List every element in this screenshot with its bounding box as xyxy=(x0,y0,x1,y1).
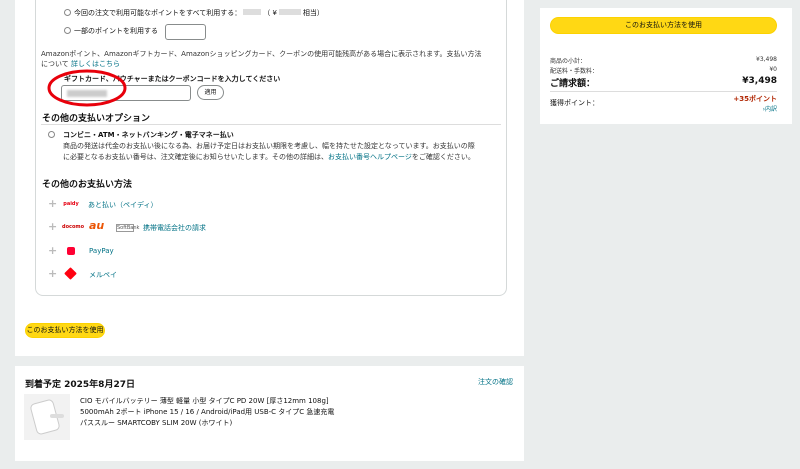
use-all-points-suffix: 相当） xyxy=(302,9,324,17)
subtotal-value: ¥3,498 xyxy=(756,56,777,63)
use-payment-method-button[interactable]: このお支払い方法を使用 xyxy=(25,323,105,338)
use-all-points-radio[interactable] xyxy=(64,9,71,16)
other-options-heading: その他の支払いオプション xyxy=(42,114,151,124)
expand-plus-icon[interactable]: + xyxy=(48,244,57,257)
paypay-method[interactable]: PayPay xyxy=(89,247,114,255)
subtotal-label: 商品の小計： xyxy=(550,58,587,65)
details-link[interactable]: 詳しくはこちら xyxy=(71,60,120,68)
softbank-logo-icon: SoftBank xyxy=(116,224,140,232)
product-title-line1: CIO モバイルバッテリー 薄型 軽量 小型 タイプC PD 20W [厚さ12… xyxy=(80,397,329,405)
product-title-line3: パススルー SMARTCOBY SLIM 20W (ホワイト) xyxy=(80,419,233,427)
product-image xyxy=(24,394,70,440)
section-divider xyxy=(41,124,501,125)
cable-shape xyxy=(50,414,64,418)
summary-use-method-button[interactable]: このお支払い方法を使用 xyxy=(550,17,777,34)
expand-plus-icon[interactable]: + xyxy=(48,197,57,210)
carrier-billing-method[interactable]: 携帯電話会社の請求 xyxy=(143,223,206,233)
convenience-desc-line1: 商品の発送は代金のお支払い後になる為、お届け予定日はお支払い期限を考慮し、幅を持… xyxy=(63,142,475,150)
convenience-radio[interactable] xyxy=(48,131,55,138)
use-all-points-label: 今回の注文で利用可能なポイントをすべて利用する： xyxy=(74,9,242,17)
use-partial-points-radio[interactable] xyxy=(64,27,71,34)
use-all-points-row: 今回の注文で利用可能なポイントをすべて利用する： （ ¥ 相当） xyxy=(74,8,324,18)
delivery-date-title: 到着予定 2025年8月27日 xyxy=(25,380,135,390)
partial-points-input[interactable] xyxy=(165,24,206,40)
points-breakdown-link[interactable]: ›内訳 xyxy=(740,104,777,113)
use-all-points-value: （ ¥ xyxy=(263,9,277,17)
shipping-label: 配送料・手数料： xyxy=(550,68,599,75)
annotation-circle xyxy=(47,69,127,107)
paypay-logo-icon xyxy=(67,247,75,255)
payment-number-help-link[interactable]: お支払い番号ヘルプページ xyxy=(328,153,412,161)
merpay-method[interactable]: メルペイ xyxy=(89,270,117,280)
convenience-label: コンビニ・ATM・ネットバンキング・電子マネー払い xyxy=(63,131,234,139)
expand-plus-icon[interactable]: + xyxy=(48,220,57,233)
paidy-method[interactable]: あと払い（ペイディ） xyxy=(88,200,158,210)
redacted-amount xyxy=(278,9,301,15)
au-logo-icon: au xyxy=(89,219,105,232)
redacted-points xyxy=(243,9,262,15)
giftcard-notice-prefix: について xyxy=(41,60,69,68)
points-earned-label: 獲得ポイント： xyxy=(550,99,599,107)
order-confirm-link[interactable]: 注文の確認 xyxy=(478,377,513,387)
points-earned-value: +35ポイント xyxy=(733,95,777,103)
use-partial-points-label: 一部のポイントを利用する xyxy=(74,27,158,35)
shipping-value: ¥0 xyxy=(769,66,777,73)
summary-divider xyxy=(550,91,777,92)
total-value: ¥3,498 xyxy=(742,76,777,86)
desc-suffix: をご確認ください。 xyxy=(411,153,475,161)
apply-button[interactable]: 適用 xyxy=(197,85,224,100)
desc-text: に必要となるお支払い番号は、注文確定後にお知らせいたします。その他の詳細は、 xyxy=(63,153,328,161)
expand-plus-icon[interactable]: + xyxy=(48,267,57,280)
other-methods-heading: その他のお支払い方法 xyxy=(42,180,133,190)
convenience-desc-line2: に必要となるお支払い番号は、注文確定後にお知らせいたします。その他の詳細は、お支… xyxy=(63,152,475,162)
docomo-logo-icon: docomo xyxy=(62,224,85,230)
product-title-line2: 5000mAh 2ポート iPhone 15 / 16 / Android/iP… xyxy=(80,408,335,416)
paidy-logo-icon: paidy xyxy=(63,201,79,207)
total-label: ご請求額： xyxy=(550,79,596,89)
giftcard-notice: Amazonポイント、Amazonギフトカード、Amazonショッピングカード、… xyxy=(41,50,482,58)
